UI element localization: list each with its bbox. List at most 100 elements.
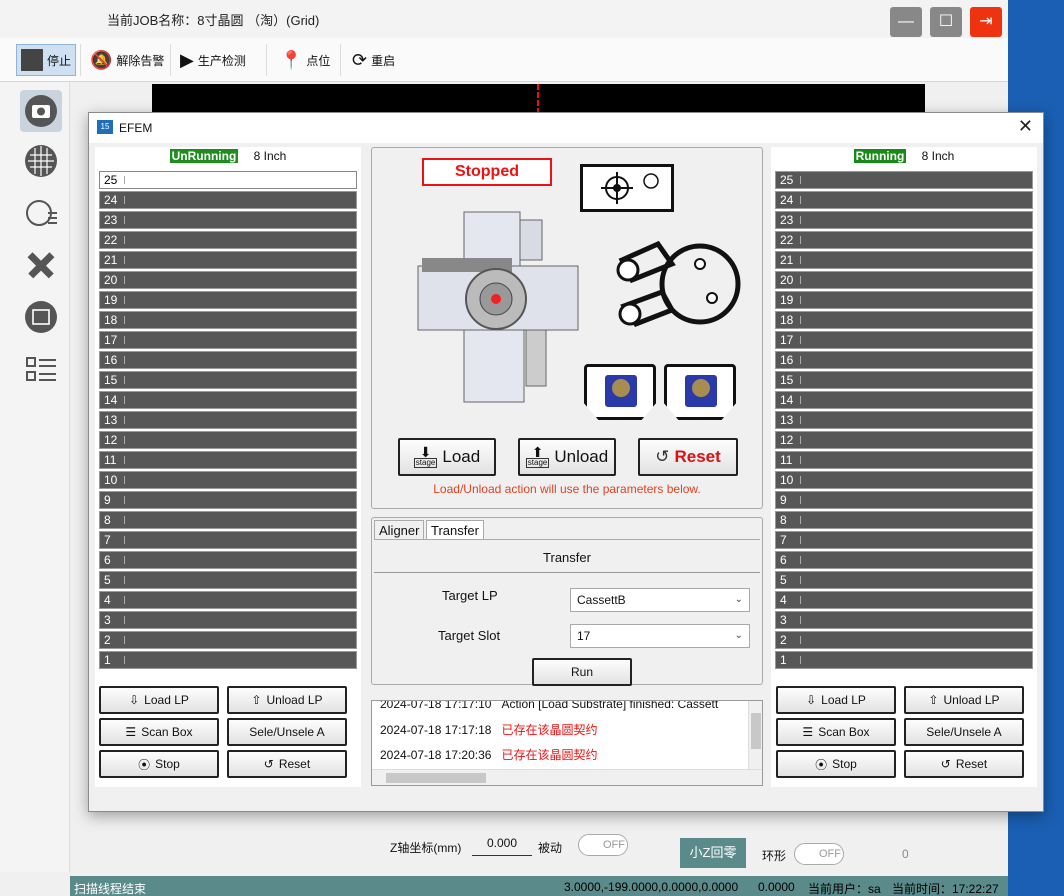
restart-button[interactable]: ⟳ 重启 (348, 44, 399, 76)
reset-button[interactable]: ↺ Reset (638, 438, 738, 476)
left-load-lp-button[interactable]: ⇩ Load LP (99, 686, 219, 714)
slot-row[interactable]: 20 (99, 271, 357, 289)
slot-row[interactable]: 21 (99, 251, 357, 269)
passive-toggle[interactable]: OFF (578, 834, 628, 856)
target-slot-select[interactable]: 17 ⌄ (570, 624, 750, 648)
slot-row[interactable]: 7 (775, 531, 1033, 549)
z-value-field[interactable]: 0.000 (472, 836, 532, 856)
slot-row[interactable]: 21 (775, 251, 1033, 269)
slot-row[interactable]: 11 (99, 451, 357, 469)
slot-row[interactable]: 3 (775, 611, 1033, 629)
slot-row[interactable]: 19 (99, 291, 357, 309)
slot-row[interactable]: 25 (775, 171, 1033, 189)
slot-row[interactable]: 2 (775, 631, 1033, 649)
slot-row[interactable]: 23 (775, 211, 1033, 229)
left-reset-button[interactable]: ↺ Reset (227, 750, 347, 778)
slot-row[interactable]: 6 (775, 551, 1033, 569)
slot-row[interactable]: 22 (775, 231, 1033, 249)
run-button[interactable]: Run (532, 658, 632, 686)
right-select-button[interactable]: Sele/Unsele A (904, 718, 1024, 746)
right-reset-button[interactable]: ↺ Reset (904, 750, 1024, 778)
slot-row[interactable]: 16 (99, 351, 357, 369)
slot-row[interactable]: 12 (775, 431, 1033, 449)
slot-row[interactable]: 15 (775, 371, 1033, 389)
frame-image-icon[interactable] (20, 296, 62, 338)
slot-row[interactable]: 6 (99, 551, 357, 569)
right-load-lp-button[interactable]: ⇩ Load LP (776, 686, 896, 714)
slot-row[interactable]: 20 (775, 271, 1033, 289)
left-sidebar (0, 82, 70, 872)
slot-row[interactable]: 1 (99, 651, 357, 669)
left-stop-button[interactable]: ⦿ Stop (99, 750, 219, 778)
unload-icon: ⇧ (928, 693, 939, 707)
slot-row[interactable]: 17 (99, 331, 357, 349)
right-scan-box-button[interactable]: ☰ Scan Box (776, 718, 896, 746)
left-scan-box-button[interactable]: ☰ Scan Box (99, 718, 219, 746)
target-lp-label: Target LP (442, 588, 498, 603)
slot-row[interactable]: 8 (99, 511, 357, 529)
slot-row[interactable]: 22 (99, 231, 357, 249)
parameters-panel: Aligner Transfer Transfer Target LP Cass… (371, 517, 763, 686)
bottom-controls: Z轴坐标(mm) 0.000 被动 OFF 小Z回零 环形 OFF 0 (380, 812, 1000, 872)
slot-row[interactable]: 19 (775, 291, 1033, 309)
slot-row[interactable]: 10 (775, 471, 1033, 489)
exit-button[interactable]: ⇥ (970, 7, 1002, 37)
slot-row[interactable]: 13 (775, 411, 1033, 429)
target-lp-select[interactable]: CassettB ⌄ (570, 588, 750, 612)
stop-tool-button[interactable]: 停止 (16, 44, 77, 76)
point-button[interactable]: 📍 点位 (276, 44, 334, 76)
left-cassette-header: UnRunning 8 Inch (95, 149, 361, 169)
menu-icon: ☰ (802, 725, 814, 739)
slot-row[interactable]: 25 (99, 171, 357, 189)
slot-row[interactable]: 24 (99, 191, 357, 209)
log-vertical-scrollbar[interactable] (748, 701, 762, 771)
slot-row[interactable]: 9 (775, 491, 1033, 509)
slot-row[interactable]: 14 (775, 391, 1033, 409)
small-z-home-button[interactable]: 小Z回零 (680, 838, 746, 868)
load-button[interactable]: ⬇ stage Load (398, 438, 496, 476)
slot-row[interactable]: 5 (99, 571, 357, 589)
left-select-button[interactable]: Sele/Unsele A (227, 718, 347, 746)
slot-row[interactable]: 23 (99, 211, 357, 229)
minimize-button[interactable]: — (890, 7, 922, 37)
wafer-map-icon[interactable] (20, 192, 62, 234)
left-status-badge: UnRunning (169, 149, 239, 163)
checklist-icon[interactable] (20, 348, 62, 390)
slot-row[interactable]: 18 (99, 311, 357, 329)
right-unload-lp-button[interactable]: ⇧ Unload LP (904, 686, 1024, 714)
slot-row[interactable]: 5 (775, 571, 1033, 589)
slot-row[interactable]: 4 (99, 591, 357, 609)
slot-row[interactable]: 16 (775, 351, 1033, 369)
camera-icon[interactable] (20, 90, 62, 132)
production-check-button[interactable]: ▶ 生产检测 (176, 44, 250, 76)
slot-row[interactable]: 17 (775, 331, 1033, 349)
tab-transfer[interactable]: Transfer (426, 520, 484, 540)
slot-row[interactable]: 4 (775, 591, 1033, 609)
log-horizontal-scrollbar[interactable] (372, 769, 762, 785)
slot-row[interactable]: 11 (775, 451, 1033, 469)
slot-row[interactable]: 12 (99, 431, 357, 449)
slot-row[interactable]: 24 (775, 191, 1033, 209)
unload-button[interactable]: ⬆ stage Unload (518, 438, 616, 476)
tools-icon[interactable] (20, 244, 62, 286)
slot-row[interactable]: 13 (99, 411, 357, 429)
slot-row[interactable]: 2 (99, 631, 357, 649)
left-unload-lp-button[interactable]: ⇧ Unload LP (227, 686, 347, 714)
tab-aligner[interactable]: Aligner (374, 520, 425, 540)
right-stop-button[interactable]: ⦿ Stop (776, 750, 896, 778)
clear-alarm-button[interactable]: 🔕 解除告警 (86, 44, 168, 76)
slot-row[interactable]: 8 (775, 511, 1033, 529)
slot-row[interactable]: 10 (99, 471, 357, 489)
ring-toggle[interactable]: OFF (794, 843, 844, 865)
slot-row[interactable]: 15 (99, 371, 357, 389)
slot-row[interactable]: 1 (775, 651, 1033, 669)
slot-row[interactable]: 3 (99, 611, 357, 629)
slot-row[interactable]: 14 (99, 391, 357, 409)
menu-icon: ☰ (125, 725, 137, 739)
slot-row[interactable]: 9 (99, 491, 357, 509)
maximize-button[interactable]: ☐ (930, 7, 962, 37)
slot-row[interactable]: 7 (99, 531, 357, 549)
wafer-grid-icon[interactable] (20, 140, 62, 182)
close-icon[interactable]: ✕ (1018, 116, 1033, 137)
slot-row[interactable]: 18 (775, 311, 1033, 329)
